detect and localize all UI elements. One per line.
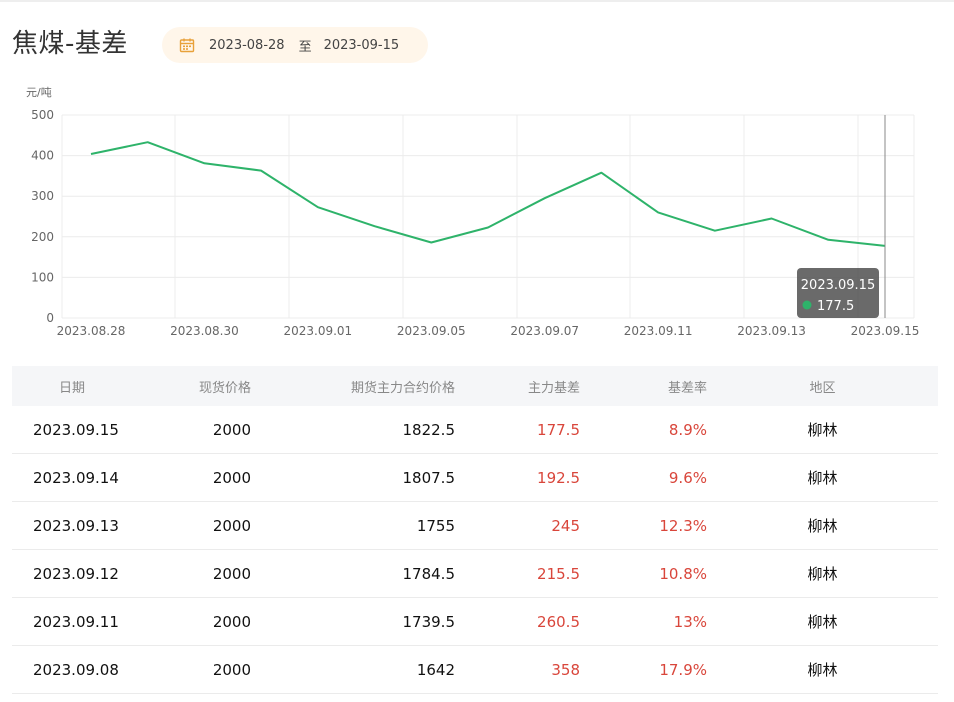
end-date[interactable]: 2023-09-15	[324, 38, 400, 53]
cell-futures-price: 1822.5	[402, 420, 456, 439]
table-row: 2023.09.08 2000 1642 358 17.9% 柳林	[12, 646, 938, 694]
x-tick-label: 2023.09.13	[737, 324, 806, 338]
cell-date: 2023.09.08	[33, 660, 119, 679]
cell-basis-rate: 17.9%	[659, 660, 707, 679]
cell-date: 2023.09.12	[33, 564, 119, 583]
basis-line-chart[interactable]: 元/吨 0 100 200 300 400 500 2023.08.28 2023.08.30 2…	[0, 80, 954, 350]
cell-futures-price: 1755	[416, 516, 455, 535]
cell-basis-rate: 9.6%	[668, 468, 707, 487]
y-tick-label: 100	[31, 270, 54, 284]
page-title: 焦煤-基差	[12, 29, 128, 59]
cell-spot-price: 2000	[212, 564, 251, 583]
header-futures-price: 期货主力合约价格	[350, 380, 455, 396]
series-line	[90, 141, 886, 247]
cell-futures-price: 1642	[416, 660, 455, 679]
date-range-picker[interactable]: 2023-08-28 至 2023-09-15	[162, 27, 428, 63]
cell-futures-price: 1739.5	[402, 612, 456, 631]
y-tick-label: 400	[31, 149, 54, 163]
calendar-icon	[179, 38, 195, 53]
cell-date: 2023.09.11	[33, 612, 119, 631]
x-tick-label: 2023.08.30	[170, 324, 239, 338]
cell-region: 柳林	[807, 613, 838, 631]
cell-region: 柳林	[807, 565, 838, 583]
y-unit-label: 元/吨	[26, 86, 52, 99]
x-tick-label: 2023.09.01	[283, 324, 352, 338]
x-tick-label: 2023.08.28	[57, 324, 126, 338]
cell-basis: 215.5	[537, 564, 580, 583]
top-divider	[0, 0, 954, 2]
cell-region: 柳林	[807, 421, 838, 439]
cell-region: 柳林	[807, 517, 838, 535]
cell-futures-price: 1807.5	[402, 468, 456, 487]
table-row: 2023.09.15 2000 1822.5 177.5 8.9% 柳林	[12, 406, 938, 454]
y-tick-label: 300	[31, 189, 54, 203]
cell-basis: 260.5	[537, 612, 580, 631]
start-date[interactable]: 2023-08-28	[209, 38, 285, 53]
tooltip-date: 2023.09.15	[801, 278, 875, 293]
date-separator: 至	[298, 39, 312, 55]
x-tick-label: 2023.09.11	[624, 324, 693, 338]
header-date: 日期	[59, 380, 86, 396]
cell-basis: 177.5	[537, 420, 580, 439]
cell-date: 2023.09.14	[33, 468, 119, 487]
cell-spot-price: 2000	[212, 420, 251, 439]
y-tick-label: 500	[31, 108, 54, 122]
cell-basis-rate: 8.9%	[668, 420, 707, 439]
header-basis: 主力基差	[527, 380, 580, 396]
x-tick-label: 2023.09.05	[397, 324, 466, 338]
y-tick-label: 0	[46, 311, 54, 325]
cell-spot-price: 2000	[212, 516, 251, 535]
cell-basis: 192.5	[537, 468, 580, 487]
table-header: 日期 现货价格 期货主力合约价格 主力基差 基差率 地区	[12, 366, 938, 406]
cell-date: 2023.09.15	[33, 420, 119, 439]
cell-date: 2023.09.13	[33, 516, 119, 535]
x-tick-label: 2023.09.07	[510, 324, 579, 338]
table-row: 2023.09.14 2000 1807.5 192.5 9.6% 柳林	[12, 454, 938, 502]
y-tick-label: 200	[31, 230, 54, 244]
cell-basis-rate: 10.8%	[659, 564, 707, 583]
header-spot-price: 现货价格	[198, 380, 251, 396]
cell-spot-price: 2000	[212, 468, 251, 487]
cell-spot-price: 2000	[212, 612, 251, 631]
basis-table: 日期 现货价格 期货主力合约价格 主力基差 基差率 地区 2023.09.15 …	[12, 366, 938, 694]
header-region: 地区	[809, 380, 836, 396]
cell-region: 柳林	[807, 469, 838, 487]
table-row: 2023.09.12 2000 1784.5 215.5 10.8% 柳林	[12, 550, 938, 598]
cell-basis: 358	[551, 660, 580, 679]
table-row: 2023.09.13 2000 1755 245 12.3% 柳林	[12, 502, 938, 550]
x-tick-label: 2023.09.15	[851, 324, 920, 338]
cell-futures-price: 1784.5	[402, 564, 456, 583]
cell-basis: 245	[551, 516, 580, 535]
tooltip-marker	[802, 300, 812, 310]
cell-basis-rate: 12.3%	[659, 516, 707, 535]
cell-basis-rate: 13%	[673, 612, 707, 631]
table-row: 2023.09.11 2000 1739.5 260.5 13% 柳林	[12, 598, 938, 646]
tooltip-value: 177.5	[817, 299, 854, 314]
cell-region: 柳林	[807, 661, 838, 679]
header-basis-rate: 基差率	[667, 380, 707, 396]
cell-spot-price: 2000	[212, 660, 251, 679]
